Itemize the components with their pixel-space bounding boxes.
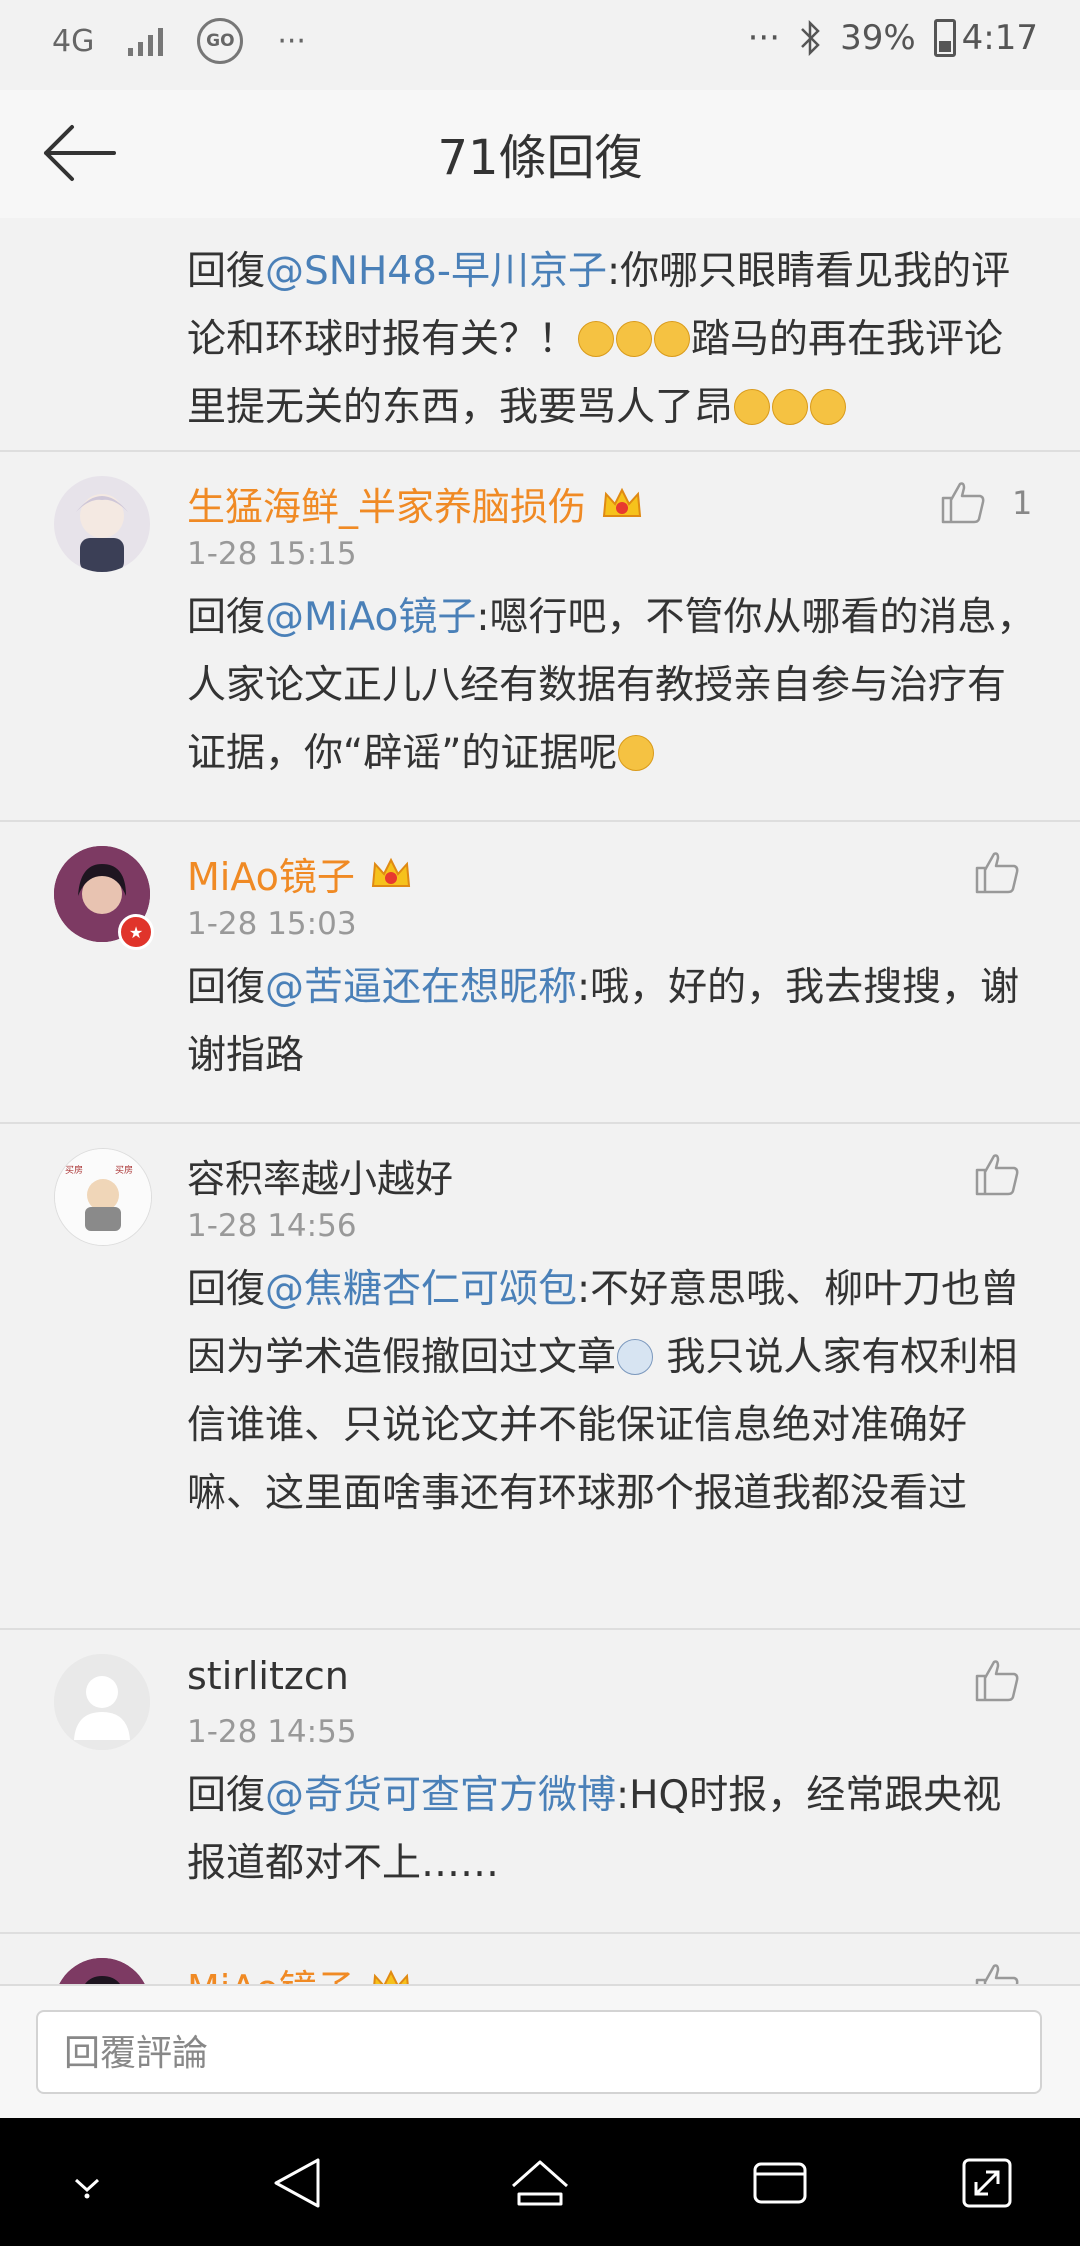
system-nav-bar	[0, 2118, 1080, 2246]
smirk-emoji-icon	[616, 321, 653, 357]
crying-emoji-icon	[772, 389, 809, 425]
mention-link[interactable]: @SNH48-早川京子	[265, 249, 607, 294]
signal-icon	[128, 26, 164, 56]
comment-item: MiAo镜子	[0, 1934, 1080, 1984]
reply-bar: 回覆評論	[0, 1984, 1080, 2120]
comment-author[interactable]: 生猛海鲜_半家养脑损伤	[187, 476, 644, 531]
smirk-emoji-icon	[654, 321, 691, 357]
overflow-dots-left: ···	[277, 23, 306, 59]
thumbs-up-icon[interactable]	[974, 1658, 1020, 1702]
comment-item: 买房 买房 容积率越小越好 1-28 14:56 回復@焦糖杏仁可颂包:不好意思哦…	[0, 1124, 1080, 1630]
like-count: 1	[1012, 484, 1033, 522]
comment-author[interactable]: 容积率越小越好	[187, 1148, 453, 1203]
comment-item: ★ MiAo镜子 1-28 15:03 回復@苦逼还在想昵称:哦，好的，我去搜搜…	[0, 822, 1080, 1124]
thumbs-up-icon[interactable]	[974, 1962, 1020, 1984]
home-nav-icon[interactable]	[505, 2148, 575, 2218]
comment-item: 回復@SNH48-早川京子:你哪只眼睛看见我的评论和环球时报有关？！ 踏马的再在我…	[0, 218, 1080, 452]
svg-text:买房: 买房	[115, 1164, 133, 1176]
avatar[interactable]	[54, 1654, 150, 1750]
mention-link[interactable]: @苦逼还在想昵称	[265, 965, 577, 1010]
expand-icon[interactable]	[952, 2148, 1022, 2218]
crying-emoji-icon	[734, 389, 771, 425]
comment-text: 回復@苦逼还在想昵称:哦，好的，我去搜搜，谢谢指路	[187, 965, 1020, 1078]
comment-time: 1-28 14:56	[187, 1208, 357, 1244]
bluetooth-icon	[801, 20, 820, 56]
comment-author[interactable]: MiAo镜子	[187, 846, 413, 901]
comment-item: stirlitzcn 1-28 14:55 回復@奇货可查官方微博:HQ时报，经…	[0, 1630, 1080, 1934]
thumbs-up-icon[interactable]	[974, 850, 1020, 894]
vip-crown-icon	[602, 487, 642, 517]
comment-text: 回復@SNH48-早川京子:你哪只眼睛看见我的评论和环球时报有关？！ 踏马的再在我…	[187, 249, 1011, 430]
comment-text: 回復@焦糖杏仁可颂包:不好意思哦、柳叶刀也曾因为学术造假撤回过文章 我只说人家有…	[187, 1267, 1020, 1516]
overflow-dots-right: ···	[747, 18, 781, 58]
comment-author[interactable]: MiAo镜子	[187, 1958, 413, 1984]
thumbs-up-icon[interactable]	[974, 1152, 1020, 1196]
comment-item: 生猛海鲜_半家养脑损伤 1-28 15:15 1 回復@MiAo镜子:嗯行吧，不…	[0, 452, 1080, 822]
comment-time: 1-28 15:03	[187, 906, 357, 942]
reply-input[interactable]: 回覆評論	[36, 2010, 1042, 2094]
svg-text:买房: 买房	[65, 1164, 83, 1176]
vip-crown-icon	[373, 1969, 409, 1984]
mention-link[interactable]: @焦糖杏仁可颂包	[265, 1267, 577, 1312]
header-bar: 71條回復	[0, 90, 1080, 220]
clock: 4:17	[961, 18, 1038, 58]
network-type: 4G	[52, 23, 95, 59]
avatar[interactable]: 买房 买房	[54, 1148, 152, 1246]
angry-emoji-icon	[810, 389, 847, 425]
comment-list[interactable]: 回復@SNH48-早川京子:你哪只眼睛看见我的评论和环球时报有关？！ 踏马的再在我…	[0, 218, 1080, 1984]
comment-text: 回復@MiAo镜子:嗯行吧，不管你从哪看的消息，人家论文正儿八经有数据有教授亲自…	[187, 595, 1036, 776]
page-title: 71條回復	[437, 130, 643, 186]
battery-icon	[933, 19, 956, 57]
comment-time: 1-28 15:15	[187, 536, 357, 572]
mention-link[interactable]: @奇货可查官方微博	[265, 1773, 616, 1818]
battery-percent: 39%	[840, 18, 916, 58]
go-icon: GO	[197, 18, 244, 64]
status-bar: 4G GO ··· ··· 39% 4:17	[0, 0, 1080, 90]
comment-author[interactable]: stirlitzcn	[187, 1654, 349, 1698]
comment-text: 回復@奇货可查官方微博:HQ时报，经常跟央视报道都对不上……	[187, 1773, 1002, 1886]
surprised-emoji-icon	[618, 735, 655, 771]
smirk-emoji-icon	[578, 321, 615, 357]
vip-crown-icon	[371, 857, 411, 887]
doge-emoji-icon	[617, 1339, 654, 1375]
recents-nav-icon[interactable]	[745, 2148, 815, 2218]
mention-link[interactable]: @MiAo镜子	[265, 595, 476, 640]
comment-time: 1-28 14:55	[187, 1714, 357, 1750]
thumbs-up-icon[interactable]	[940, 480, 986, 524]
avatar[interactable]	[54, 476, 150, 572]
chevron-down-icon[interactable]	[52, 2148, 122, 2218]
verified-badge-icon: ★	[118, 914, 154, 950]
back-nav-icon[interactable]	[264, 2148, 334, 2218]
avatar[interactable]	[54, 1958, 150, 1984]
